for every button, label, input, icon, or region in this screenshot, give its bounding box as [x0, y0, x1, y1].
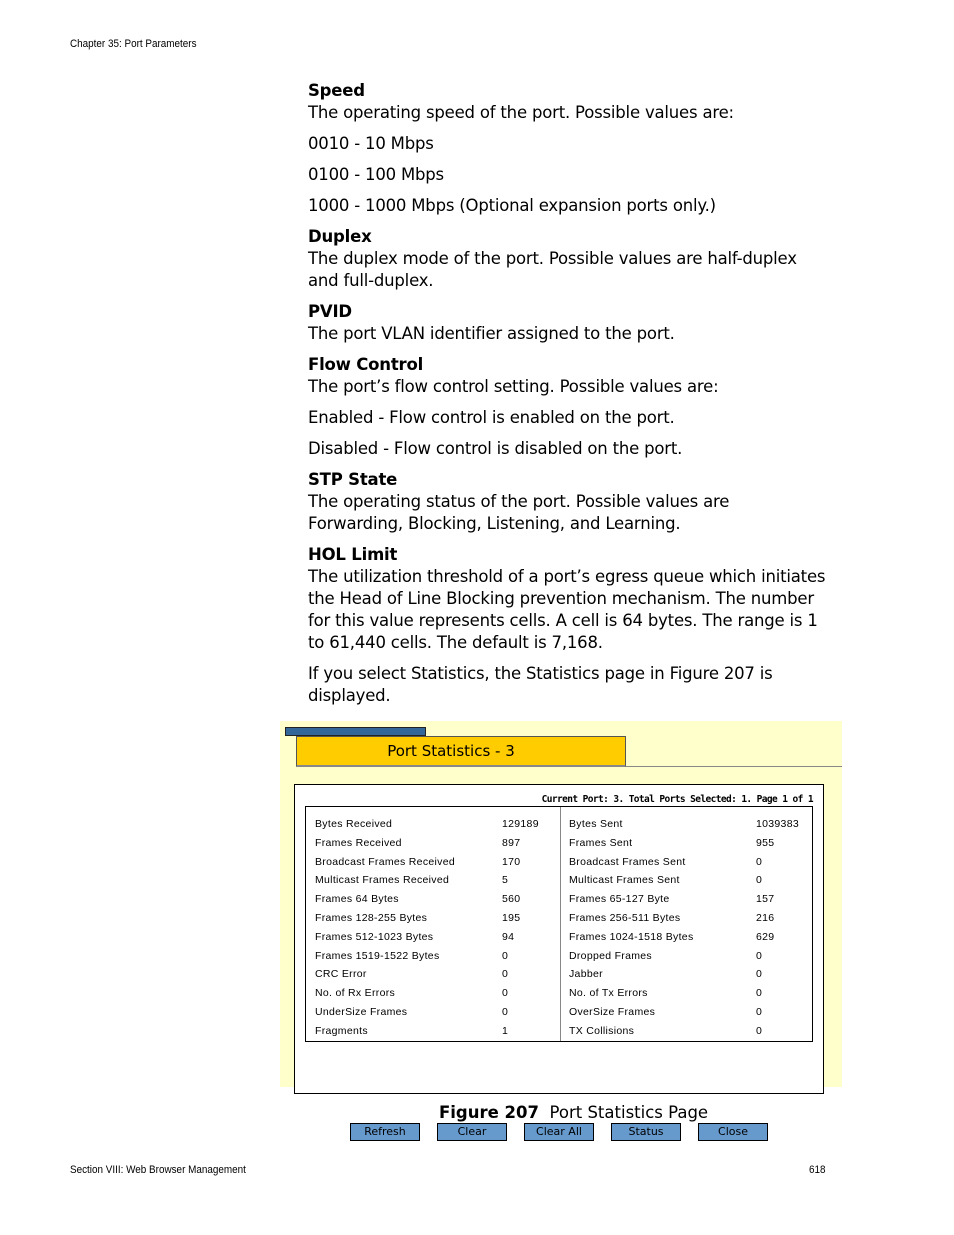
footer-section: Section VIII: Web Browser Management — [70, 1164, 246, 1176]
stat-value: 94 — [502, 930, 515, 943]
stat-label: UnderSize Frames — [315, 1006, 408, 1018]
status-button[interactable]: Status — [611, 1123, 681, 1141]
section-heading: Speed — [308, 81, 365, 100]
stat-value: 0 — [502, 987, 509, 1000]
clear-all-button[interactable]: Clear All — [524, 1123, 594, 1141]
stat-value: 170 — [502, 855, 521, 868]
stat-label: No. of Tx Errors — [569, 987, 648, 1000]
stat-label: CRC Error — [315, 968, 367, 981]
tab-marker — [285, 727, 426, 736]
figure-label: Figure 207 — [439, 1103, 539, 1122]
paragraph: 0100 - 100 Mbps — [308, 165, 444, 184]
section-heading: STP State — [308, 470, 398, 489]
paragraph: 0010 - 10 Mbps — [308, 134, 434, 153]
stat-value: 0 — [756, 1006, 763, 1018]
port-statistics-screenshot: Port Statistics - 3 Current Port: 3. Tot… — [280, 721, 842, 1141]
statistics-table: Bytes Received 129189 Bytes Sent 1039383 Fra… — [305, 806, 813, 1042]
page-number: 618 — [809, 1164, 826, 1176]
stat-value: 0 — [502, 968, 509, 981]
stat-label: Frames 1024-1518 Bytes — [569, 930, 694, 943]
section-heading: PVID — [308, 302, 352, 321]
current-port-status: Current Port: 3. Total Ports Selected: 1… — [541, 794, 814, 805]
stat-label: Frames 128-255 Bytes — [315, 912, 428, 924]
paragraph: The operating speed of the port. Possibl… — [308, 103, 734, 122]
close-button[interactable]: Close — [698, 1123, 768, 1141]
paragraph: The port VLAN identifier assigned to the… — [308, 324, 675, 343]
stat-value: 897 — [502, 836, 521, 849]
paragraph: Enabled - Flow control is enabled on the… — [308, 408, 675, 427]
stat-value: 0 — [502, 949, 509, 962]
stat-label: Dropped Frames — [569, 949, 652, 962]
document-page: Chapter 35: Port Parameters Speed The ope… — [0, 0, 954, 1235]
refresh-button[interactable]: Refresh — [350, 1123, 420, 1141]
section-heading: Duplex — [308, 227, 372, 246]
stat-value: 5 — [502, 874, 509, 887]
stat-label: Jabber — [569, 968, 603, 981]
paragraph: The duplex mode of the port. Possible va… — [308, 249, 797, 290]
stat-label: OverSize Frames — [569, 1006, 656, 1018]
stat-label: Frames 65-127 Byte — [569, 893, 670, 906]
stat-label: Broadcast Frames Sent — [569, 855, 686, 868]
stat-value: 1 — [502, 1024, 509, 1037]
stat-value: 195 — [502, 912, 521, 924]
stat-value: 1039383 — [756, 818, 799, 830]
stat-label: Fragments — [315, 1024, 368, 1037]
stat-label: Multicast Frames Received — [315, 874, 450, 887]
stat-value: 0 — [756, 949, 763, 962]
stat-value: 0 — [756, 1024, 763, 1037]
stat-value: 560 — [502, 893, 521, 906]
paragraph: If you select Statistics, the Statistics… — [308, 664, 773, 705]
statistics-panel: Current Port: 3. Total Ports Selected: 1… — [294, 784, 824, 1141]
stat-label: Bytes Sent — [569, 818, 623, 830]
paragraph: The utilization threshold of a port’s eg… — [308, 567, 826, 652]
column-divider — [560, 807, 561, 1041]
stat-value: 0 — [756, 968, 763, 981]
stat-label: Frames 512-1023 Bytes — [315, 930, 434, 943]
stat-label: Broadcast Frames Received — [315, 855, 455, 868]
running-header: Chapter 35: Port Parameters — [70, 38, 197, 50]
paragraph: The port’s flow control setting. Possibl… — [308, 377, 719, 396]
stat-label: Frames 256-511 Bytes — [569, 912, 681, 924]
stat-label: Multicast Frames Sent — [569, 874, 680, 887]
stat-value: 0 — [502, 1006, 509, 1018]
stat-label: Frames Received — [315, 836, 402, 849]
stat-value: 0 — [756, 874, 763, 887]
section-heading: HOL Limit — [308, 545, 398, 564]
body-text: Speed The operating speed of the port. Po… — [308, 80, 828, 716]
paragraph: 1000 - 1000 Mbps (Optional expansion por… — [308, 196, 716, 215]
paragraph: The operating status of the port. Possib… — [308, 492, 730, 533]
stat-label: TX Collisions — [569, 1024, 635, 1037]
stat-label: No. of Rx Errors — [315, 987, 396, 1000]
section-heading: Flow Control — [308, 355, 424, 374]
stat-label: Frames 1519-1522 Bytes — [315, 949, 440, 962]
stat-label: Frames Sent — [569, 836, 633, 849]
stat-value: 629 — [756, 930, 775, 943]
figure-caption: Figure 207 Port Statistics Page — [439, 1103, 708, 1122]
clear-button[interactable]: Clear — [437, 1123, 507, 1141]
stat-value: 216 — [756, 912, 775, 924]
stat-value: 157 — [756, 893, 775, 906]
stat-value: 955 — [756, 836, 775, 849]
stat-value: 129189 — [502, 818, 539, 830]
page-title: Port Statistics - 3 — [296, 736, 626, 767]
stat-label: Frames 64 Bytes — [315, 893, 399, 906]
figure-title: Port Statistics Page — [549, 1103, 709, 1122]
stat-value: 0 — [756, 987, 763, 1000]
paragraph: Disabled - Flow control is disabled on t… — [308, 439, 683, 458]
divider — [626, 766, 842, 767]
stat-value: 0 — [756, 855, 763, 868]
stat-label: Bytes Received — [315, 818, 393, 830]
